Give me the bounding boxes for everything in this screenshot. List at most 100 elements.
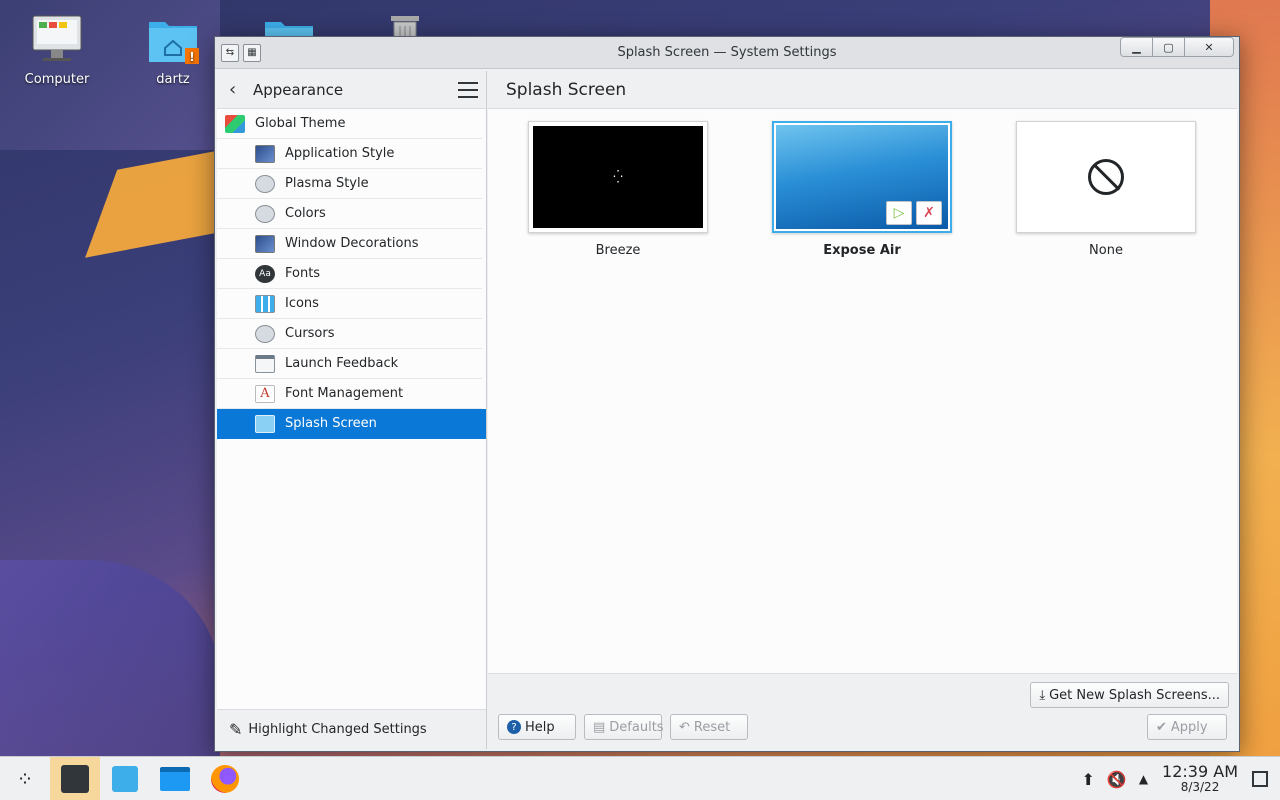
sidebar-item-label: Window Decorations: [285, 236, 419, 251]
theme-name: Breeze: [595, 243, 641, 258]
theme-name: None: [1089, 243, 1123, 258]
minimize-button[interactable]: ▁: [1121, 38, 1153, 56]
theme-preview: ▷ ✗: [772, 121, 952, 233]
firefox-icon: [211, 764, 239, 793]
hamburger-menu-icon[interactable]: [458, 81, 478, 98]
taskbar: ⁘ ⬆ 🔇 ▲ 12:39 AM 8/3/22: [0, 756, 1280, 800]
button-label: Apply: [1170, 719, 1208, 735]
sidebar-item-cursors[interactable]: Cursors: [217, 319, 482, 349]
highlight-changed-settings-button[interactable]: ✎ Highlight Changed Settings: [217, 709, 486, 749]
maximize-button[interactable]: ▢: [1153, 38, 1185, 56]
launcher-icon: ⁘: [16, 766, 34, 791]
defaults-icon: ▤: [593, 719, 606, 735]
window-titlebar[interactable]: ⇆ ▦ Splash Screen — System Settings ▁ ▢ …: [215, 37, 1239, 69]
system-tray: ⬆ 🔇 ▲ 12:39 AM 8/3/22: [1081, 757, 1280, 800]
sidebar-item-label: Application Style: [285, 146, 395, 161]
maximize-icon: ▢: [1163, 40, 1174, 54]
task-firefox[interactable]: [200, 757, 250, 800]
pencil-icon: ✎: [229, 720, 243, 739]
tray-expand-icon[interactable]: ▲: [1139, 772, 1148, 786]
spinner-icon: ⁛: [613, 170, 623, 184]
desktop-icon-computer[interactable]: Computer: [12, 14, 102, 87]
sidebar-item-label: Fonts: [285, 266, 321, 281]
main-panel: Splash Screen ⁛ Breeze ▷ ✗ Expose Air No…: [488, 71, 1237, 749]
show-desktop-icon[interactable]: [1252, 771, 1268, 787]
splash-theme-none[interactable]: None: [1016, 121, 1196, 258]
window-title: Splash Screen — System Settings: [617, 45, 837, 60]
reset-button[interactable]: ↶ Reset: [670, 714, 748, 740]
button-bar: ⤓ Get New Splash Screens... ? Help ▤ Def…: [488, 673, 1237, 749]
minimize-icon: ▁: [1132, 40, 1141, 54]
play-icon: ▷: [893, 205, 905, 221]
button-label: Help: [525, 719, 555, 735]
discover-icon: [112, 765, 138, 792]
apply-button[interactable]: ✔ Apply: [1147, 714, 1227, 740]
button-label: Reset: [693, 719, 731, 735]
preview-button[interactable]: ▷: [886, 201, 912, 225]
sidebar-header: ‹ Appearance: [217, 71, 486, 109]
sidebar-item-global-theme[interactable]: Global Theme: [217, 109, 482, 139]
help-button[interactable]: ? Help: [498, 714, 576, 740]
desktop-icon-label: Computer: [24, 72, 90, 87]
sidebar-item-colors[interactable]: Colors: [217, 199, 482, 229]
sidebar-item-font-management[interactable]: A Font Management: [217, 379, 482, 409]
button-label: Defaults: [609, 719, 664, 735]
check-icon: ✔: [1156, 719, 1167, 735]
cursors-icon: [255, 324, 275, 343]
sidebar-category-title: Appearance: [253, 80, 344, 99]
theme-name: Expose Air: [823, 243, 901, 258]
sidebar-item-label: Launch Feedback: [285, 356, 399, 371]
sidebar-item-plasma-style[interactable]: Plasma Style: [217, 169, 482, 199]
digital-clock[interactable]: 12:39 AM 8/3/22: [1162, 762, 1238, 793]
splash-theme-breeze[interactable]: ⁛ Breeze: [528, 121, 708, 258]
home-folder-icon: !: [145, 14, 201, 66]
sidebar-item-window-decorations[interactable]: Window Decorations: [217, 229, 482, 259]
sidebar-item-fonts[interactable]: Aa Fonts: [217, 259, 482, 289]
undo-icon: ↶: [679, 719, 690, 735]
splash-theme-grid: ⁛ Breeze ▷ ✗ Expose Air None: [528, 121, 1196, 258]
volume-muted-icon[interactable]: 🔇: [1107, 770, 1127, 789]
application-launcher-button[interactable]: ⁘: [0, 757, 50, 800]
uninstall-button[interactable]: ✗: [916, 201, 942, 225]
sidebar-item-label: Global Theme: [255, 116, 346, 131]
download-icon: ⤓: [1039, 687, 1046, 703]
svg-text:!: !: [189, 50, 194, 64]
global-theme-icon: [225, 114, 245, 133]
task-file-manager[interactable]: [150, 757, 200, 800]
highlight-changed-settings-label: Highlight Changed Settings: [248, 722, 427, 737]
system-settings-window: ⇆ ▦ Splash Screen — System Settings ▁ ▢ …: [214, 36, 1240, 752]
splash-theme-expose-air[interactable]: ▷ ✗ Expose Air: [772, 121, 952, 258]
splash-screen-icon: [255, 414, 275, 433]
sidebar-item-icons[interactable]: Icons: [217, 289, 482, 319]
sidebar-item-application-style[interactable]: Application Style: [217, 139, 482, 169]
plasma-style-icon: [255, 174, 275, 193]
launch-feedback-icon: [255, 354, 275, 373]
sidebar-item-label: Icons: [285, 296, 319, 311]
defaults-button[interactable]: ▤ Defaults: [584, 714, 664, 740]
help-icon: ?: [507, 720, 521, 734]
task-system-settings[interactable]: [50, 756, 100, 800]
clock-time: 12:39 AM: [1162, 762, 1238, 782]
task-discover[interactable]: [100, 757, 150, 800]
close-button[interactable]: ✕: [1185, 38, 1233, 56]
sidebar-item-label: Splash Screen: [285, 416, 377, 431]
sidebar-item-launch-feedback[interactable]: Launch Feedback: [217, 349, 482, 379]
icons-icon: [255, 294, 275, 313]
back-arrow-icon[interactable]: ‹: [229, 79, 249, 100]
fonts-icon: Aa: [255, 264, 275, 283]
font-management-icon: A: [255, 384, 275, 403]
system-settings-icon: [61, 764, 89, 793]
get-new-splash-screens-button[interactable]: ⤓ Get New Splash Screens...: [1030, 682, 1229, 708]
desktop-icon-home-folder[interactable]: ! dartz: [128, 14, 218, 87]
page-title: Splash Screen: [488, 71, 1237, 109]
sidebar-item-label: Plasma Style: [285, 176, 369, 191]
computer-icon: [29, 14, 85, 66]
file-manager-icon: [160, 766, 190, 791]
theme-preview: ⁛: [528, 121, 708, 233]
window-decorations-icon: [255, 234, 275, 253]
sidebar-item-label: Colors: [285, 206, 326, 221]
sidebar-item-splash-screen[interactable]: Splash Screen: [217, 409, 486, 439]
update-icon[interactable]: ⬆: [1081, 770, 1094, 789]
desktop-icon-label: dartz: [156, 72, 190, 87]
button-label: Get New Splash Screens...: [1049, 687, 1220, 703]
